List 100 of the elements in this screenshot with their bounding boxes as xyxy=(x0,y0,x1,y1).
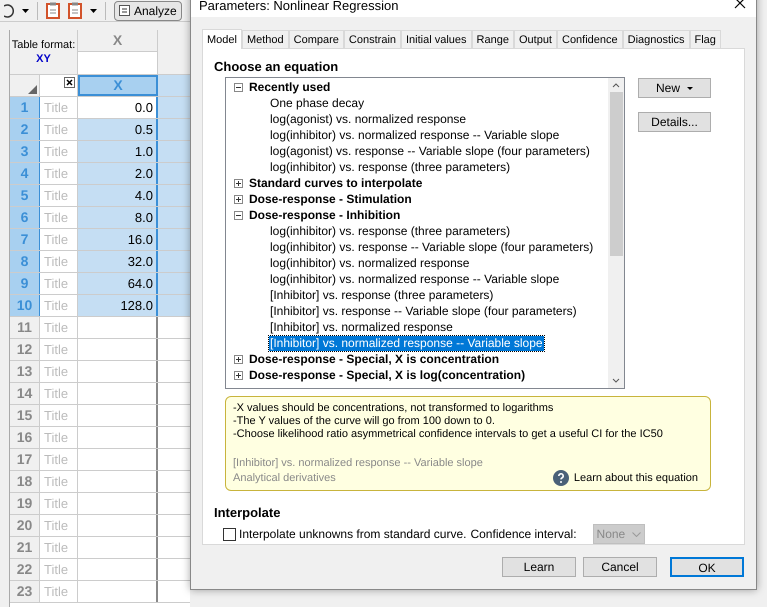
row-number[interactable]: 7 xyxy=(10,229,40,250)
analyze-button[interactable]: Analyze xyxy=(114,0,182,20)
table-cell[interactable] xyxy=(158,229,190,250)
tab[interactable]: Diagnostics xyxy=(622,30,690,48)
equation-item[interactable]: [Inhibitor] vs. response (three parameters) xyxy=(269,288,494,302)
category-label[interactable]: Standard curves to interpolate xyxy=(249,174,422,192)
equation-item[interactable]: [Inhibitor] vs. normalized response xyxy=(269,320,454,334)
checkbox-label[interactable]: Interpolate unknowns from standard curve. xyxy=(239,525,466,543)
table-format-value[interactable]: XY xyxy=(36,52,51,66)
equation-item[interactable]: One phase decay xyxy=(269,96,366,110)
tab[interactable]: Initial values xyxy=(401,30,472,48)
row-number[interactable]: 9 xyxy=(10,273,40,294)
row-number[interactable]: 16 xyxy=(10,427,40,448)
equation-item[interactable]: log(inhibitor) vs. response (three parameters) xyxy=(269,160,512,174)
row-number[interactable]: 21 xyxy=(10,537,40,558)
expand-icon[interactable] xyxy=(234,370,243,380)
row-number[interactable]: 15 xyxy=(10,405,40,426)
row-number[interactable]: 14 xyxy=(10,383,40,404)
equation-item[interactable]: log(inhibitor) vs. normalized response -- Variable slope xyxy=(269,128,560,142)
equation-item[interactable]: log(agonist) vs. normalized response xyxy=(269,112,468,126)
row-number[interactable]: 1 xyxy=(10,97,40,118)
equation-item[interactable]: log(inhibitor) vs. normalized response -- Variable slope xyxy=(269,272,560,286)
table-cell[interactable]: 64.0 xyxy=(78,273,158,294)
row-number[interactable]: 5 xyxy=(10,185,40,206)
new-button[interactable]: New xyxy=(638,78,711,98)
tab[interactable]: Constrain xyxy=(344,30,401,48)
table-cell[interactable] xyxy=(158,207,190,228)
table-cell[interactable]: 16.0 xyxy=(78,229,158,250)
clipboard-icon[interactable] xyxy=(46,2,60,19)
close-icon[interactable] xyxy=(734,0,746,9)
row-number[interactable]: 20 xyxy=(10,515,40,536)
checkbox[interactable] xyxy=(223,528,236,540)
table-cell[interactable] xyxy=(158,97,190,118)
table-cell[interactable]: 2.0 xyxy=(78,163,158,184)
row-number[interactable]: 3 xyxy=(10,141,40,162)
clipboard-icon[interactable] xyxy=(68,2,82,19)
table-cell[interactable]: 128.0 xyxy=(78,295,158,316)
row-number[interactable]: 6 xyxy=(10,207,40,228)
table-cell[interactable] xyxy=(158,273,190,294)
collapse-icon[interactable] xyxy=(234,82,243,92)
expand-icon[interactable] xyxy=(234,354,243,364)
row-number[interactable]: 8 xyxy=(10,251,40,272)
equation-item[interactable]: log(agonist) vs. response -- Variable slope (four parameters) xyxy=(269,144,591,158)
dropdown-arrow-icon[interactable] xyxy=(90,8,97,12)
dialog-button[interactable]: Learn xyxy=(502,557,576,577)
table-cell[interactable] xyxy=(158,141,190,162)
category-label[interactable]: Recently used xyxy=(249,78,330,96)
category-label[interactable]: Dose-response - Special, X is log(concentration) xyxy=(249,366,526,384)
help-link[interactable]: Learn about this equation xyxy=(552,470,698,486)
table-cell[interactable]: 8.0 xyxy=(78,207,158,228)
row-number[interactable]: 17 xyxy=(10,449,40,470)
expand-icon[interactable] xyxy=(234,178,243,188)
row-number[interactable]: 19 xyxy=(10,493,40,514)
row-number[interactable]: 11 xyxy=(10,317,40,338)
equation-item[interactable]: [Inhibitor] vs. response -- Variable slope (four parameters) xyxy=(269,304,578,318)
row-number[interactable]: 10 xyxy=(10,295,40,316)
close-icon[interactable] xyxy=(64,77,75,88)
tab[interactable]: Flag xyxy=(690,30,721,48)
row-number[interactable]: 18 xyxy=(10,471,40,492)
category-label[interactable]: Dose-response - Inhibition xyxy=(249,206,400,224)
expand-icon[interactable] xyxy=(234,194,243,204)
table-cell[interactable] xyxy=(158,251,190,272)
equation-item[interactable]: log(inhibitor) vs. response -- Variable slope (four parameters) xyxy=(269,240,594,254)
row-number[interactable]: 2 xyxy=(10,119,40,140)
table-cell[interactable]: 0.5 xyxy=(78,119,158,140)
details-button[interactable]: Details... xyxy=(638,112,711,132)
table-cell[interactable] xyxy=(158,295,190,316)
row-number[interactable]: 12 xyxy=(10,339,40,360)
scrollbar[interactable] xyxy=(608,78,624,388)
dialog-button[interactable]: Cancel xyxy=(583,557,657,577)
collapse-icon[interactable] xyxy=(234,210,243,220)
tab[interactable]: Confidence xyxy=(557,30,623,48)
dialog-button[interactable]: OK xyxy=(670,557,744,577)
column-subheader[interactable]: X xyxy=(78,75,158,96)
tab[interactable]: Output xyxy=(514,30,557,48)
tab[interactable]: Compare xyxy=(288,30,344,48)
table-cell[interactable] xyxy=(158,185,190,206)
table-cell[interactable]: 32.0 xyxy=(78,251,158,272)
table-cell[interactable] xyxy=(158,119,190,140)
tab[interactable]: Model xyxy=(202,29,242,49)
undo-icon[interactable] xyxy=(4,4,14,18)
table-cell[interactable]: 1.0 xyxy=(78,141,158,162)
table-cell[interactable] xyxy=(158,163,190,184)
dropdown-arrow-icon[interactable] xyxy=(22,8,29,12)
corner-cell[interactable] xyxy=(10,75,40,96)
row-number[interactable]: 23 xyxy=(10,581,40,602)
equation-item[interactable]: log(inhibitor) vs. normalized response xyxy=(269,256,470,270)
column-header[interactable]: X xyxy=(78,30,157,52)
interpolate-title: Interpolate xyxy=(214,504,282,522)
equation-item[interactable]: [Inhibitor] vs. normalized response -- Variable slope xyxy=(269,336,544,350)
tab[interactable]: Range xyxy=(472,30,514,48)
row-number[interactable]: 22 xyxy=(10,559,40,580)
equation-item[interactable]: log(inhibitor) vs. response (three parameters) xyxy=(269,224,512,238)
help-icon xyxy=(552,470,569,486)
row-number[interactable]: 13 xyxy=(10,361,40,382)
table-cell[interactable]: 4.0 xyxy=(78,185,158,206)
category-label[interactable]: Dose-response - Special, X is concentration xyxy=(249,350,500,368)
row-number[interactable]: 4 xyxy=(10,163,40,184)
category-label[interactable]: Dose-response - Stimulation xyxy=(249,190,412,208)
tab[interactable]: Method xyxy=(242,30,289,48)
